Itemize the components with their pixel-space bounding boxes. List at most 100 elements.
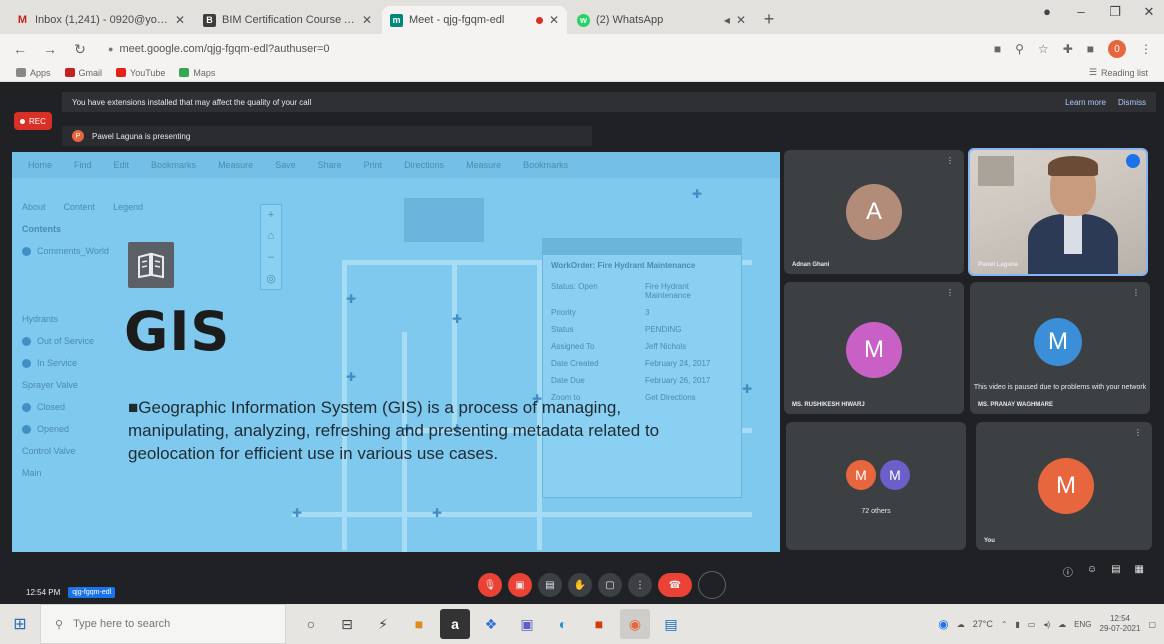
language[interactable]: ENG	[1074, 620, 1091, 629]
zoom-icon[interactable]: ⚲	[1015, 42, 1024, 56]
tab-title: Inbox (1,241) - 0920@yoursin	[35, 14, 169, 26]
panel-item: Out of Service	[37, 336, 95, 346]
avatar: M	[846, 460, 876, 490]
map-parcel	[404, 198, 484, 242]
camera-off-button[interactable]: ▣	[508, 573, 532, 597]
menu-icon[interactable]: ⋮	[1140, 42, 1152, 56]
more-options-icon[interactable]: ⋮	[1132, 288, 1140, 297]
close-icon[interactable]: ✕	[549, 13, 559, 27]
participant-tile-active-speaker[interactable]: Pawel Laguna	[968, 148, 1148, 276]
chevron-up-icon[interactable]: ⌃	[1001, 620, 1008, 629]
learn-more-link[interactable]: Learn more	[1065, 98, 1106, 107]
tab-search-icon[interactable]: ●	[1038, 4, 1056, 20]
reading-list-button[interactable]: ☰ Reading list	[1089, 67, 1148, 78]
bookmark-label: Gmail	[78, 67, 103, 78]
minimize-icon[interactable]: –	[1072, 4, 1090, 20]
close-icon[interactable]: ✕	[736, 13, 746, 27]
outlook-icon[interactable]: ▤	[656, 609, 686, 639]
maximize-icon[interactable]: ❐	[1106, 4, 1124, 20]
more-options-icon[interactable]: ⋮	[946, 156, 954, 165]
gmail-icon	[64, 68, 75, 77]
mic-off-button[interactable]: 🎙	[478, 573, 502, 597]
more-options-icon[interactable]: ⋮	[1134, 428, 1142, 437]
others-tile[interactable]: M M 72 others	[786, 422, 966, 550]
back-icon[interactable]: ←	[12, 41, 28, 57]
tab-whatsapp[interactable]: w (2) WhatsApp ◂ ✕	[569, 6, 754, 34]
more-options-button[interactable]: ⋮	[628, 573, 652, 597]
leave-call-button[interactable]: ☎	[658, 573, 692, 597]
network-icon[interactable]: ▮	[1016, 620, 1020, 629]
call-controls: 🎙 ▣ ▤ ✋ ▢ ⋮ ☎	[478, 571, 726, 599]
people-icon[interactable]: ☺	[1087, 564, 1097, 579]
activities-icon[interactable]: ▦	[1135, 564, 1144, 579]
extensions-icon[interactable]: ✚	[1063, 42, 1073, 56]
close-icon[interactable]: ✕	[362, 13, 372, 27]
bolt-app-icon[interactable]: ⚡	[368, 609, 398, 639]
network-paused-message: This video is paused due to problems wit…	[973, 384, 1147, 391]
reading-list-icon: ☰	[1088, 67, 1097, 77]
chat-icon[interactable]: ▤	[1111, 564, 1120, 579]
clock[interactable]: 12:54 29-07-2021	[1100, 614, 1141, 634]
panel-tab-about: About	[22, 202, 46, 212]
teams-icon[interactable]: ▣	[512, 609, 542, 639]
shared-screen: Home Find Edit Bookmarks Measure Save Sh…	[12, 152, 780, 552]
store-icon[interactable]: ■	[404, 609, 434, 639]
close-window-icon[interactable]: ✕	[1140, 4, 1158, 20]
bookmark-youtube[interactable]: YouTube	[116, 68, 165, 78]
battery-icon[interactable]: ▭	[1028, 620, 1036, 629]
star-icon[interactable]: ☆	[1038, 42, 1049, 56]
participant-tile[interactable]: ⋮ A Adnan Ghani	[784, 150, 964, 274]
participant-tile[interactable]: ⋮ M MS. RUSHIKESH HIWARJ	[784, 282, 964, 414]
reload-icon[interactable]: ↻	[72, 41, 88, 58]
start-button[interactable]: ⊞	[0, 604, 40, 644]
hydrant-icon: ✚	[742, 382, 753, 396]
tab-bim-course[interactable]: B BIM Certification Course Alt ✕	[195, 6, 380, 34]
participant-tile[interactable]: ⋮ M This video is paused due to problems…	[970, 282, 1150, 414]
bookmark-gmail[interactable]: Gmail	[64, 67, 103, 78]
taskbar-search[interactable]: ⚲ Type here to search	[40, 604, 286, 644]
bookmark-maps[interactable]: Maps	[179, 68, 215, 78]
tab-meet[interactable]: m Meet - qjg-fgqm-edl ✕	[382, 6, 567, 34]
close-icon[interactable]: ✕	[175, 13, 185, 27]
forward-icon[interactable]: →	[42, 41, 58, 57]
edge-icon[interactable]: ◐	[548, 609, 578, 639]
window-controls: ● – ❐ ✕	[1038, 4, 1158, 20]
file-explorer-icon[interactable]: ⊟	[332, 609, 362, 639]
chrome-tray-icon[interactable]: ◉	[938, 617, 948, 631]
task-view-icon[interactable]: ○	[296, 609, 326, 639]
self-tile[interactable]: ⋮ M You	[976, 422, 1152, 550]
gis-toolbar-item: Measure	[218, 160, 254, 170]
layer-icon	[22, 358, 31, 368]
tab-gmail[interactable]: M Inbox (1,241) - 0920@yoursin ✕	[8, 6, 193, 34]
gis-toolbar: Home Find Edit Bookmarks Measure Save Sh…	[12, 152, 780, 178]
speaker-icon[interactable]: ◂	[724, 13, 730, 27]
popup-field: February 24, 2017	[645, 359, 711, 368]
puzzle-icon[interactable]: ■	[1087, 42, 1094, 56]
info-icon[interactable]: ⓘ	[1063, 564, 1073, 579]
amazon-icon[interactable]: a	[440, 609, 470, 639]
bookmark-apps[interactable]: Apps	[16, 68, 51, 78]
hydrant-icon: ✚	[452, 312, 463, 326]
present-button[interactable]: ▢	[598, 573, 622, 597]
meet-area: You have extensions installed that may a…	[0, 82, 1164, 604]
profile-avatar[interactable]: 0	[1108, 40, 1126, 58]
new-tab-button[interactable]: +	[756, 6, 782, 32]
meeting-code[interactable]: qjg-fgqm-edl	[68, 587, 116, 598]
camera-icon[interactable]: ■	[994, 42, 1001, 56]
address-bar[interactable]: ● meet.google.com/qjg-fgqm-edl?authuser=…	[102, 38, 980, 60]
popup-field: PENDING	[645, 325, 682, 334]
gis-toolbar-item: Edit	[113, 160, 130, 170]
dismiss-button[interactable]: Dismiss	[1118, 98, 1146, 107]
chrome-icon[interactable]: ◉	[620, 609, 650, 639]
dropbox-icon[interactable]: ❖	[476, 609, 506, 639]
office-icon[interactable]: ■	[584, 609, 614, 639]
volume-icon[interactable]: ◂)	[1043, 620, 1050, 629]
weather-icon[interactable]: ☁	[957, 620, 965, 629]
gis-toolbar-item: Print	[363, 160, 383, 170]
layer-icon	[22, 336, 31, 346]
notifications-icon[interactable]: ▢	[1148, 620, 1156, 629]
captions-button[interactable]: ▤	[538, 573, 562, 597]
raise-hand-button[interactable]: ✋	[568, 573, 592, 597]
more-options-icon[interactable]: ⋮	[946, 288, 954, 297]
cloud-icon[interactable]: ☁	[1058, 620, 1066, 629]
